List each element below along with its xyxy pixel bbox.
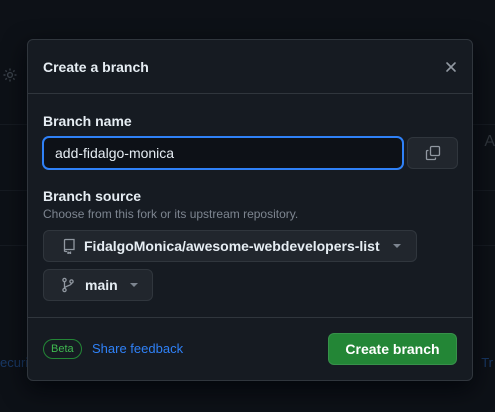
git-branch-icon [61, 277, 75, 293]
caret-down-icon [129, 283, 138, 287]
branch-selector-label: main [85, 277, 118, 293]
repo-icon [62, 238, 76, 254]
branch-selector[interactable]: main [43, 269, 153, 301]
background-text-fragment: Tr [481, 355, 493, 370]
dialog-title: Create a branch [43, 59, 149, 75]
dialog-footer: Beta Share feedback Create branch [28, 317, 472, 380]
copy-icon [425, 145, 440, 161]
branch-name-label: Branch name [43, 113, 132, 129]
create-branch-dialog: Create a branch Branch name Branch sourc… [27, 39, 473, 381]
caret-down-icon [392, 244, 401, 248]
share-feedback-link[interactable]: Share feedback [92, 341, 183, 356]
copy-button[interactable] [407, 137, 458, 169]
repo-selector[interactable]: FidalgoMonica/awesome-webdevelopers-list [43, 230, 417, 262]
create-branch-button[interactable]: Create branch [328, 333, 457, 365]
close-icon [446, 62, 456, 72]
repo-selector-label: FidalgoMonica/awesome-webdevelopers-list [84, 238, 380, 254]
gear-icon [2, 67, 18, 83]
background-text-fragment: A [484, 133, 495, 150]
background-text-fragment: ecuri [0, 355, 29, 370]
beta-badge: Beta [43, 339, 82, 359]
dialog-header: Create a branch [28, 40, 472, 94]
branch-name-input[interactable] [43, 137, 403, 169]
branch-source-label: Branch source [43, 188, 142, 204]
close-button[interactable] [442, 58, 460, 76]
branch-source-hint: Choose from this fork or its upstream re… [43, 207, 299, 221]
